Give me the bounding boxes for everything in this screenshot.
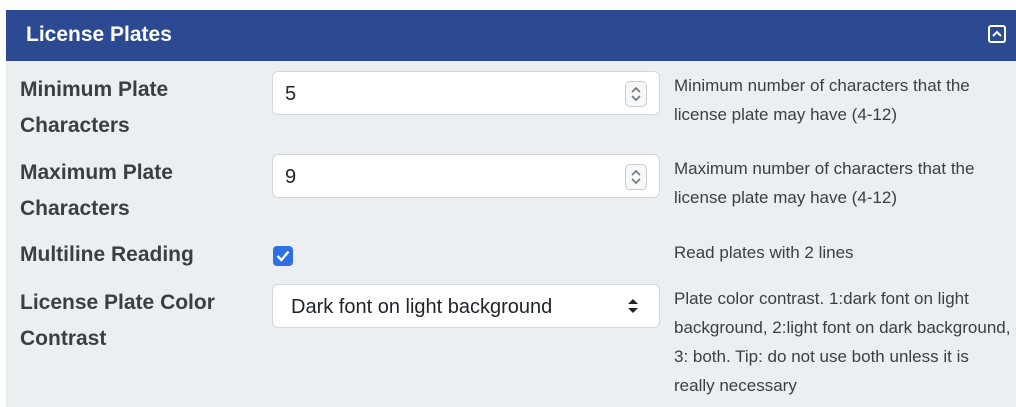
max-chars-help: Maximum number of characters that the li… [674,159,975,207]
color-contrast-select[interactable]: Dark font on light background [272,284,660,328]
multiline-checkbox[interactable] [273,246,293,266]
max-chars-spinner[interactable] [625,164,647,190]
max-chars-label: Maximum Plate Characters [20,161,173,220]
multiline-help: Read plates with 2 lines [674,243,854,262]
select-arrows-icon [628,299,638,313]
license-plates-panel: License Plates Minimum Plate Characters … [6,10,1016,407]
panel-header: License Plates [6,10,1016,61]
panel-title: License Plates [26,23,172,46]
min-chars-label: Minimum Plate Characters [20,78,169,137]
min-chars-value: 5 [285,83,297,105]
min-chars-input[interactable]: 5 [272,71,660,115]
spinner-arrows-icon [631,169,641,185]
max-chars-value: 9 [285,166,297,188]
color-contrast-label: License Plate Color Contrast [20,291,215,350]
max-chars-input[interactable]: 9 [272,154,660,198]
color-contrast-value: Dark font on light background [291,296,553,318]
multiline-label: Multiline Reading [20,243,194,266]
min-chars-spinner[interactable] [625,81,647,107]
checkmark-icon [276,250,290,262]
collapse-icon[interactable] [988,25,1006,43]
min-chars-help: Minimum number of characters that the li… [674,76,970,124]
spinner-arrows-icon [631,86,641,102]
color-contrast-help: Plate color contrast. 1:dark font on lig… [674,289,1011,395]
